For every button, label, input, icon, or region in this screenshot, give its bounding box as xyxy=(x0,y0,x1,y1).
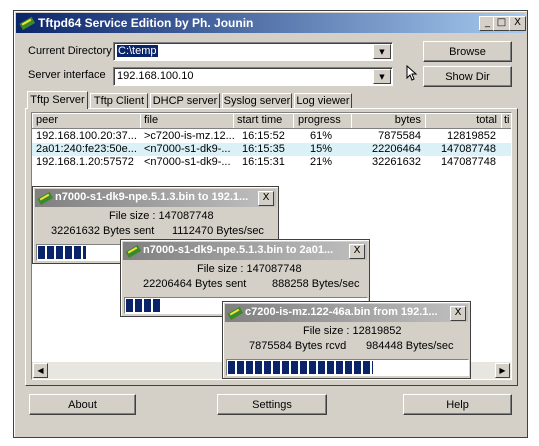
current-directory-label: Current Directory xyxy=(28,45,112,57)
cell-peer: 2a01:240:fe23:50e... xyxy=(36,143,137,155)
table-row[interactable]: 192.168.1.20:57572 <n7000-s1-dk9-... 16:… xyxy=(32,156,511,169)
cell-file: <n7000-s1-dk9-... xyxy=(144,143,231,155)
table-row-selected[interactable]: 2a01:240:fe23:50e... <n7000-s1-dk9-... 1… xyxy=(32,143,511,156)
column-header-progress[interactable]: progress xyxy=(293,113,352,129)
chevron-down-icon[interactable]: ▼ xyxy=(373,69,391,84)
transfer-popup[interactable]: c7200-is-mz.122-46a.bin from 192.1... X … xyxy=(222,301,471,379)
tab-label: Tftp Server xyxy=(30,94,85,106)
help-button-label: Help xyxy=(446,399,469,411)
cell-start-time: 16:15:52 xyxy=(242,130,285,142)
cell-progress: 61% xyxy=(310,130,333,142)
tab-label: Log viewer xyxy=(296,95,350,107)
popup-bytes-transferred: 32261632 Bytes sent xyxy=(51,225,155,237)
show-dir-button[interactable]: Show Dir xyxy=(423,66,512,87)
table-row[interactable]: 192.168.100.20:37... >c7200-is-mz.12... … xyxy=(32,130,511,143)
cell-peer: 192.168.100.20:37... xyxy=(36,130,137,142)
current-directory-combo[interactable]: C:\temp ▼ xyxy=(113,42,393,61)
column-header-total[interactable]: total xyxy=(425,113,502,129)
tftpd-app-icon xyxy=(227,306,243,320)
popup-file-size: File size : 12819852 xyxy=(303,325,402,337)
column-header-label: start time xyxy=(237,114,283,126)
progress-fill xyxy=(228,361,373,374)
cell-progress: 21% xyxy=(310,156,333,168)
help-button[interactable]: Help xyxy=(403,394,512,415)
cell-total: 147087748 xyxy=(440,156,496,168)
column-header-label: bytes xyxy=(394,114,421,126)
cell-file: <n7000-s1-dk9-... xyxy=(144,156,231,168)
title-bar[interactable]: Tftpd64 Service Edition by Ph. Jounin _ … xyxy=(16,13,526,33)
popup-title: n7000-s1-dk9-npe.5.1.3.bin to 2a01... xyxy=(143,244,334,256)
show-dir-button-label: Show Dir xyxy=(445,71,490,83)
column-header-label: ti xyxy=(504,114,510,126)
window-title: Tftpd64 Service Edition by Ph. Jounin xyxy=(38,16,254,30)
settings-button-label: Settings xyxy=(252,399,292,411)
browse-button[interactable]: Browse xyxy=(423,41,512,62)
tab-tftp-server[interactable]: Tftp Server xyxy=(27,91,88,109)
column-header-time[interactable]: ti xyxy=(501,113,511,129)
column-header-label: peer xyxy=(36,114,59,126)
about-button[interactable]: About xyxy=(29,394,136,415)
close-button[interactable]: X xyxy=(509,16,526,31)
cell-bytes: 22206464 xyxy=(372,143,421,155)
popup-file-size: File size : 147087748 xyxy=(197,263,302,275)
tab-tftp-client[interactable]: Tftp Client xyxy=(90,93,148,108)
current-directory-value[interactable]: C:\temp xyxy=(117,45,158,57)
cell-file: >c7200-is-mz.12... xyxy=(144,130,235,142)
popup-file-size: File size : 147087748 xyxy=(109,210,214,222)
popup-title-bar[interactable]: n7000-s1-dk9-npe.5.1.3.bin to 2a01... X xyxy=(123,242,367,260)
cell-start-time: 16:15:35 xyxy=(242,143,285,155)
server-interface-combo[interactable]: 192.168.100.10 ▼ xyxy=(113,67,393,86)
popup-close-button[interactable]: X xyxy=(450,306,466,321)
popup-close-button[interactable]: X xyxy=(349,244,365,259)
popup-title: c7200-is-mz.122-46a.bin from 192.1... xyxy=(245,306,438,318)
popup-title-bar[interactable]: n7000-s1-dk9-npe.5.1.3.bin to 192.1... X xyxy=(35,189,276,207)
tab-label: DHCP server xyxy=(152,95,218,107)
tab-log-viewer[interactable]: Log viewer xyxy=(294,93,352,108)
tab-label: Tftp Client xyxy=(93,95,145,107)
popup-transfer-rate: 984448 Bytes/sec xyxy=(366,340,454,352)
scroll-right-arrow-icon[interactable]: ▶ xyxy=(495,363,510,378)
tab-syslog-server[interactable]: Syslog server xyxy=(222,93,292,108)
tftpd-app-icon xyxy=(37,191,53,205)
cell-total: 147087748 xyxy=(440,143,496,155)
popup-bytes-transferred: 22206464 Bytes sent xyxy=(143,278,247,290)
popup-transfer-rate: 888258 Bytes/sec xyxy=(272,278,360,290)
scroll-left-arrow-icon[interactable]: ◀ xyxy=(33,363,48,378)
column-header-label: file xyxy=(144,114,159,126)
cell-total: 12819852 xyxy=(447,130,496,142)
popup-progress-bar xyxy=(226,359,469,376)
column-header-peer[interactable]: peer xyxy=(32,113,141,129)
popup-bytes-transferred: 7875584 Bytes rcvd xyxy=(249,340,347,352)
popup-transfer-rate: 1112470 Bytes/sec xyxy=(172,225,264,237)
maximize-button[interactable]: □ xyxy=(493,16,510,31)
popup-close-button[interactable]: X xyxy=(258,191,274,206)
column-header-start-time[interactable]: start time xyxy=(233,113,294,129)
tab-label: Syslog server xyxy=(223,95,291,107)
tftpd-app-icon xyxy=(125,244,141,258)
progress-fill xyxy=(38,246,87,259)
cell-bytes: 32261632 xyxy=(372,156,421,168)
popup-title: n7000-s1-dk9-npe.5.1.3.bin to 192.1... xyxy=(55,191,249,203)
column-header-label: progress xyxy=(298,114,341,126)
cell-bytes: 7875584 xyxy=(378,130,421,142)
mouse-cursor-icon xyxy=(406,65,418,81)
cell-progress: 15% xyxy=(310,143,333,155)
cell-peer: 192.168.1.20:57572 xyxy=(36,156,134,168)
column-header-file[interactable]: file xyxy=(140,113,234,129)
settings-button[interactable]: Settings xyxy=(217,394,327,415)
column-header-bytes[interactable]: bytes xyxy=(351,113,426,129)
cell-start-time: 16:15:31 xyxy=(242,156,285,168)
tftpd-app-icon xyxy=(19,16,35,30)
server-interface-label: Server interface xyxy=(28,69,106,81)
popup-title-bar[interactable]: c7200-is-mz.122-46a.bin from 192.1... X xyxy=(225,304,468,322)
progress-fill xyxy=(126,299,161,312)
chevron-down-icon[interactable]: ▼ xyxy=(373,44,391,59)
column-header-label: total xyxy=(476,114,497,126)
tab-dhcp-server[interactable]: DHCP server xyxy=(150,93,220,108)
server-interface-value[interactable]: 192.168.100.10 xyxy=(117,70,193,82)
about-button-label: About xyxy=(68,399,97,411)
browse-button-label: Browse xyxy=(449,46,486,58)
